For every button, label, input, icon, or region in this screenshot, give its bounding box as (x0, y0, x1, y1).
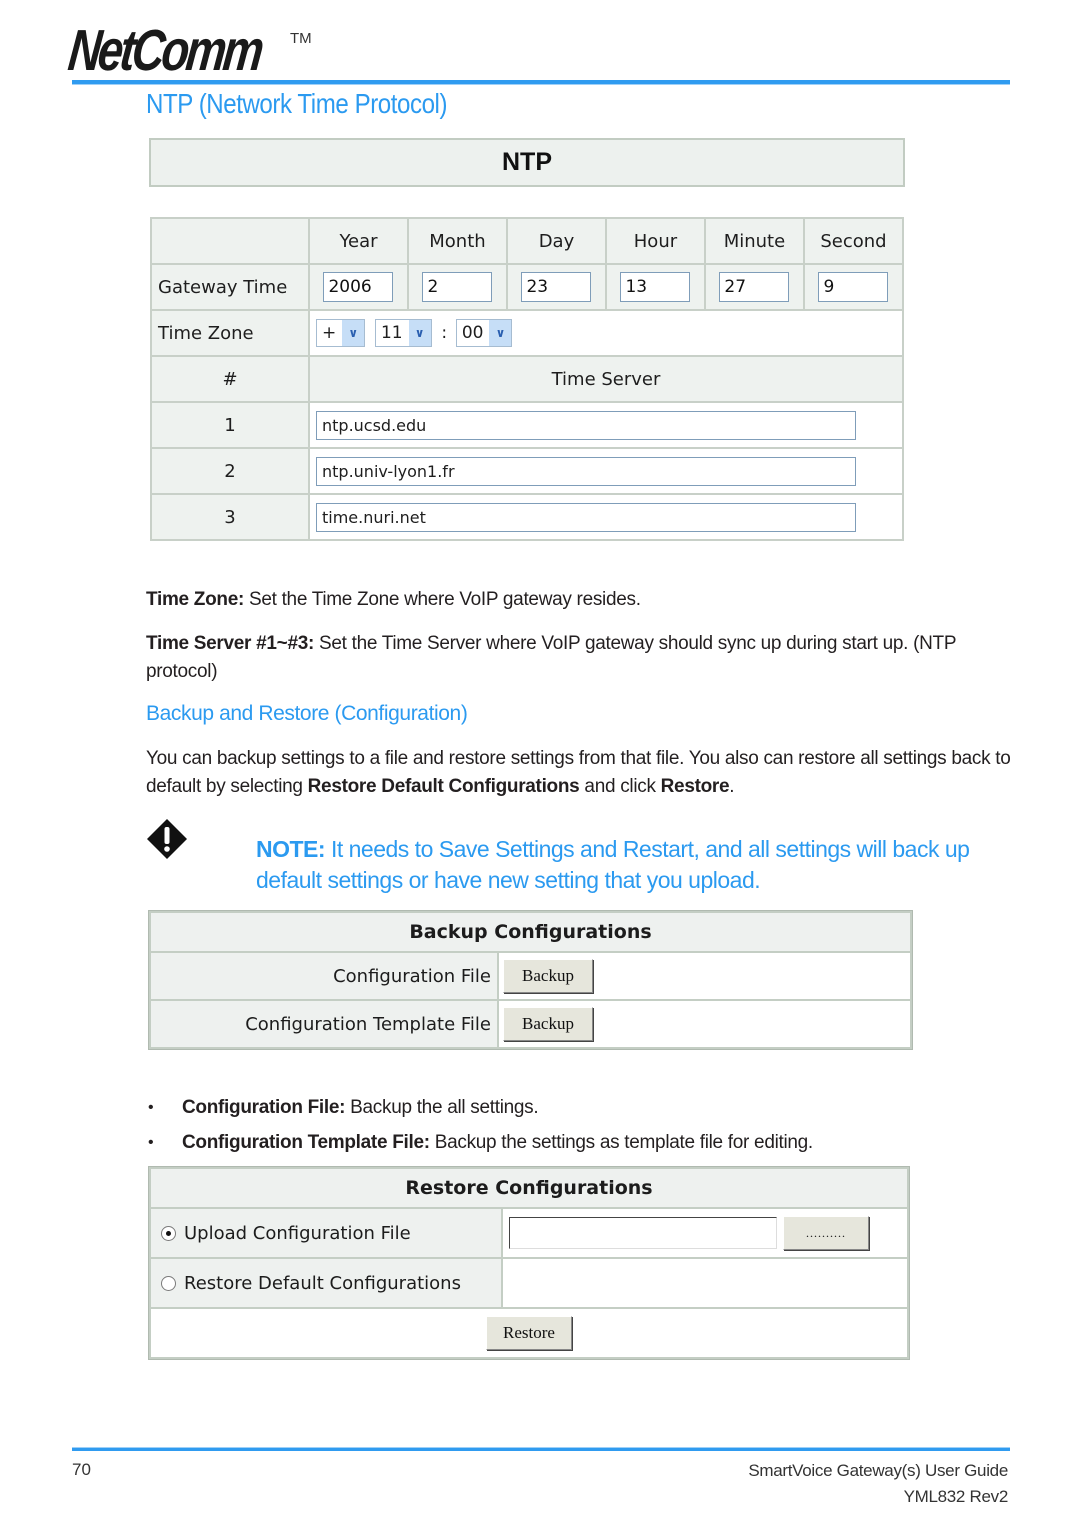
time-zone-label: Time Zone (152, 311, 308, 355)
restore-default-label: Restore Default Configurations (184, 1272, 461, 1294)
time-server-header: Time Server (310, 357, 902, 401)
time-server-1-input[interactable]: ntp.ucsd.edu (316, 410, 856, 440)
restore-default-radio[interactable] (161, 1276, 176, 1291)
warning-icon (147, 819, 187, 859)
ntp-settings-table: Year Month Day Hour Minute Second Gatewa… (150, 217, 904, 541)
chevron-down-icon: ∨ (408, 320, 431, 346)
guide-title: SmartVoice Gateway(s) User Guide (748, 1461, 1008, 1480)
definition: Backup the all settings. (345, 1097, 539, 1118)
browse-button[interactable]: .......... (783, 1216, 869, 1250)
year-input[interactable]: 2006 (323, 272, 394, 302)
tz-hours-select[interactable]: 11 ∨ (374, 319, 432, 347)
restore-option-row: Upload Configuration File .......... (151, 1209, 907, 1257)
ntp-panel-title: NTP (149, 138, 905, 187)
intro-term: Restore (660, 776, 730, 797)
backup-title: Backup Configurations (151, 913, 910, 951)
intro-term: Restore Default Configurations (307, 776, 580, 797)
second-input[interactable]: 9 (818, 272, 889, 302)
time-server-3-input[interactable]: time.nuri.net (316, 502, 856, 532)
tz-sign-value: + (322, 323, 337, 343)
server-number-header: # (152, 357, 308, 401)
chevron-down-icon: ∨ (489, 320, 512, 346)
month-input[interactable]: 2 (422, 272, 493, 302)
backup-row-label: Configuration File (151, 953, 497, 999)
footer-rule (72, 1447, 1010, 1451)
intro-text: and click (579, 776, 661, 797)
backup-config-button[interactable]: Backup (503, 959, 593, 993)
time-server-row: 3 time.nuri.net (152, 495, 902, 539)
ntp-header-row: Year Month Day Hour Minute Second (152, 219, 902, 263)
time-zone-row: Time Zone + ∨ 11 ∨ : 00 ∨ (152, 311, 902, 355)
bullet-icon: • (148, 1134, 154, 1151)
column-header-month: Month (408, 219, 506, 263)
definition: Set the Time Zone where VoIP gateway res… (244, 589, 641, 610)
time-server-description: Time Server #1~#3: Set the Time Server w… (146, 630, 986, 686)
tz-minutes-value: 00 (461, 323, 484, 343)
term: Time Zone: (146, 589, 244, 610)
note-text: It needs to Save Settings and Restart, a… (256, 836, 970, 893)
doc-revision: YML832 Rev2 (903, 1487, 1009, 1506)
restore-title: Restore Configurations (151, 1169, 907, 1207)
header-rule (72, 80, 1010, 85)
trademark: TM (290, 30, 312, 47)
definition: Backup the settings as template file for… (429, 1132, 814, 1153)
bullet-list: • Configuration File: Backup the all sett… (148, 1090, 813, 1160)
restore-configurations-table: Restore Configurations Upload Configurat… (148, 1166, 910, 1360)
backup-template-button[interactable]: Backup (503, 1007, 593, 1041)
restore-option-row: Restore Default Configurations (151, 1259, 907, 1307)
gateway-time-label: Gateway Time (152, 265, 308, 309)
section-heading: Backup and Restore (Configuration) (146, 702, 468, 725)
restore-action-row: Restore (151, 1309, 907, 1357)
backup-row: Configuration Template File Backup (151, 1001, 910, 1047)
column-header-second: Second (804, 219, 902, 263)
server-number: 1 (152, 403, 308, 447)
time-server-row: 2 ntp.univ-lyon1.fr (152, 449, 902, 493)
page-title: NTP (Network Time Protocol) (146, 88, 448, 119)
list-item: • Configuration File: Backup the all sett… (148, 1090, 813, 1125)
column-header-year: Year (310, 219, 407, 263)
column-header (152, 219, 308, 263)
upload-config-radio[interactable] (161, 1226, 176, 1241)
gateway-time-row: Gateway Time 2006 2 23 13 27 9 (152, 265, 902, 309)
tz-minutes-select[interactable]: 00 ∨ (455, 319, 513, 347)
column-header-hour: Hour (606, 219, 704, 263)
day-input[interactable]: 23 (521, 272, 592, 302)
term: Configuration Template File: (182, 1132, 430, 1153)
term: Configuration File: (182, 1097, 346, 1118)
time-server-2-input[interactable]: ntp.univ-lyon1.fr (316, 456, 856, 486)
server-number: 2 (152, 449, 308, 493)
backup-row: Configuration File Backup (151, 953, 910, 999)
tz-separator: : (441, 323, 448, 343)
time-zone-description: Time Zone: Set the Time Zone where VoIP … (146, 586, 641, 614)
netcomm-logo: NetComm TM (65, 18, 318, 83)
note-label: NOTE: (256, 836, 326, 862)
page-number: 70 (72, 1460, 91, 1479)
backup-row-label: Configuration Template File (151, 1001, 497, 1047)
bullet-icon: • (148, 1099, 154, 1116)
time-server-row: 1 ntp.ucsd.edu (152, 403, 902, 447)
note-callout: NOTE: It needs to Save Settings and Rest… (256, 834, 1016, 896)
restore-button[interactable]: Restore (486, 1316, 572, 1350)
tz-hours-value: 11 (380, 323, 403, 343)
list-item: • Configuration Template File: Backup the… (148, 1125, 813, 1160)
column-header-day: Day (507, 219, 605, 263)
backup-intro: You can backup settings to a file and re… (146, 745, 1016, 801)
footer-info: SmartVoice Gateway(s) User Guide YML832 … (748, 1458, 1008, 1510)
hour-input[interactable]: 13 (620, 272, 691, 302)
term: Time Server #1~#3: (146, 633, 315, 654)
chevron-down-icon: ∨ (342, 320, 365, 346)
backup-configurations-table: Backup Configurations Configuration File… (148, 910, 913, 1050)
tz-sign-select[interactable]: + ∨ (316, 319, 366, 347)
intro-text: . (729, 776, 735, 797)
config-file-input[interactable] (509, 1217, 777, 1249)
minute-input[interactable]: 27 (719, 272, 790, 302)
upload-config-label: Upload Configuration File (184, 1222, 411, 1244)
server-number: 3 (152, 495, 308, 539)
column-header-minute: Minute (705, 219, 803, 263)
brand-name: NetComm (65, 18, 265, 83)
time-server-header-row: # Time Server (152, 357, 902, 401)
